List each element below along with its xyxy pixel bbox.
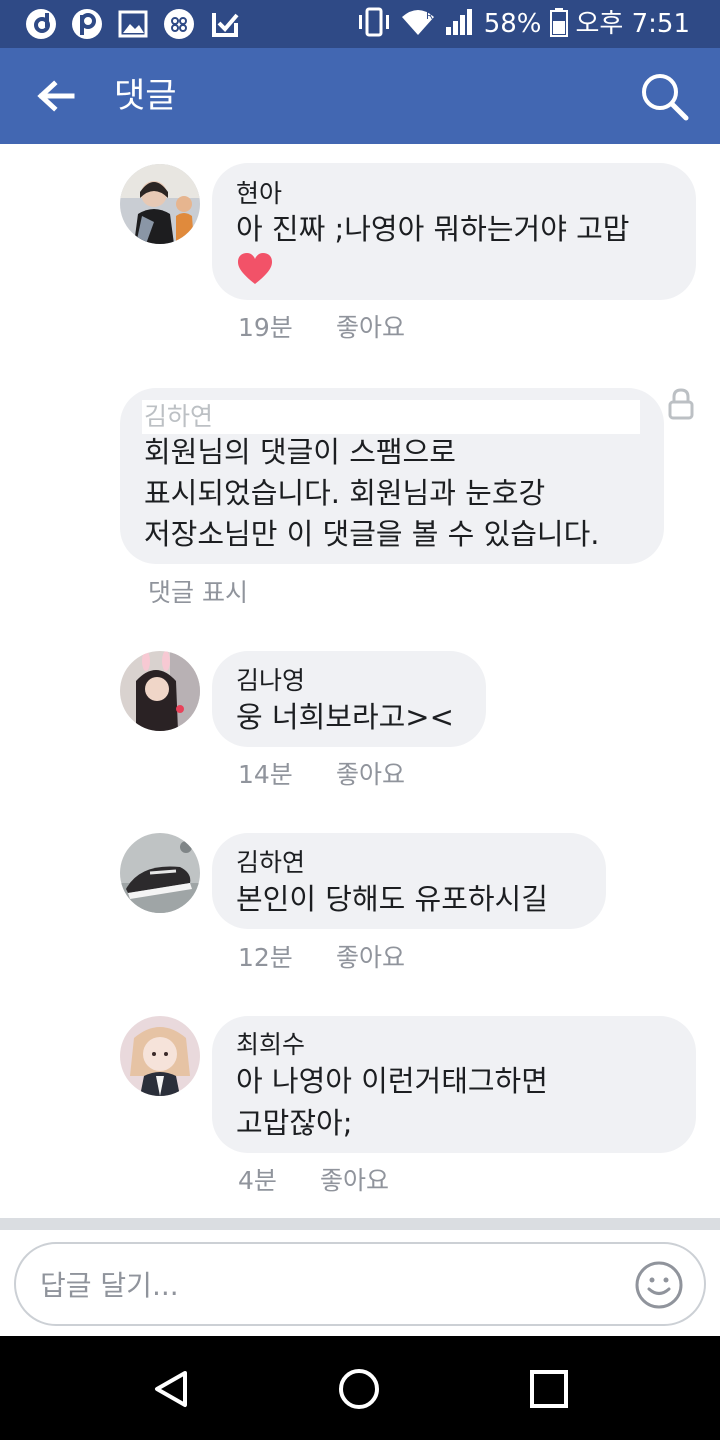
comment-time: 14분 xyxy=(238,760,293,789)
like-button[interactable]: 좋아요 xyxy=(320,1165,389,1197)
arrow-left-icon xyxy=(37,80,75,112)
emoji-button[interactable] xyxy=(634,1260,684,1310)
comment-time: 4분 xyxy=(238,1166,277,1195)
comment-author[interactable]: 김하연 xyxy=(142,400,640,434)
spam-notice-line: 회원님의 댓글이 스팸으로 xyxy=(144,435,456,469)
page-title: 댓글 xyxy=(114,76,177,116)
reply-input[interactable] xyxy=(38,1258,632,1312)
lock-icon xyxy=(668,388,694,420)
comment-bubble[interactable]: 김나영 웅 너희보라고>< xyxy=(212,651,486,747)
status-left-icons xyxy=(24,7,242,41)
comment-bubble[interactable]: 김하연 본인이 당해도 유포하시길 xyxy=(212,833,606,929)
vibrate-icon xyxy=(356,7,392,41)
check-app-icon xyxy=(208,7,242,41)
spam-notice-line: 저장소님만 이 댓글을 볼 수 있습니다. xyxy=(144,517,600,551)
system-nav-bar xyxy=(0,1336,720,1440)
nav-back-button[interactable] xyxy=(146,1364,196,1414)
gallery-icon xyxy=(116,7,150,41)
like-button[interactable]: 좋아요 xyxy=(336,759,405,791)
d-app-icon xyxy=(24,7,58,41)
back-triangle-icon xyxy=(155,1371,187,1407)
nav-recents-button[interactable] xyxy=(524,1364,574,1414)
reply-composer xyxy=(14,1242,706,1326)
status-bar: R 58% 오후 7:51 xyxy=(0,0,720,48)
signal-icon xyxy=(444,7,476,41)
svg-text:R: R xyxy=(426,11,433,22)
comment-author[interactable]: 김하연 xyxy=(236,846,305,880)
app-bar: 댓글 xyxy=(0,48,720,144)
battery-icon xyxy=(549,7,568,41)
avatar[interactable] xyxy=(120,164,200,244)
avatar[interactable] xyxy=(120,833,200,913)
comment-text: 고맙잖아; xyxy=(236,1106,353,1140)
comment-time: 19분 xyxy=(238,313,293,342)
p-app-icon xyxy=(70,7,104,41)
comment-author[interactable]: 현아 xyxy=(236,177,282,211)
comment-text: 아 진짜 ;나영아 뭐하는거야 고맙 xyxy=(236,212,630,246)
comment-text: 아 나영아 이런거태그하면 xyxy=(236,1064,548,1098)
comment-text: 본인이 당해도 유포하시길 xyxy=(236,882,548,916)
search-icon xyxy=(642,74,689,121)
back-button[interactable] xyxy=(30,72,82,120)
recents-square-icon xyxy=(530,1370,568,1408)
comment-author[interactable]: 최희수 xyxy=(236,1028,305,1062)
comment-text: 웅 너희보라고>< xyxy=(236,700,454,734)
status-time: 오후 7:51 xyxy=(575,9,691,39)
status-right: R 58% 오후 7:51 xyxy=(356,6,690,42)
comment-bubble[interactable]: 최희수 아 나영아 이런거태그하면 고맙잖아; xyxy=(212,1016,696,1153)
comment-time: 12분 xyxy=(238,943,293,972)
battery-percent: 58% xyxy=(483,9,542,39)
heart-icon xyxy=(236,251,274,287)
home-circle-icon xyxy=(339,1369,379,1409)
divider xyxy=(0,1218,720,1230)
spam-notice-line: 표시되었습니다. 회원님과 눈호강 xyxy=(144,476,546,510)
comment-author[interactable]: 김나영 xyxy=(236,664,305,698)
show-comment-link[interactable]: 댓글 표시 xyxy=(148,577,248,609)
messenger-icon xyxy=(162,7,196,41)
like-button[interactable]: 좋아요 xyxy=(336,942,405,974)
wifi-icon: R xyxy=(400,7,436,41)
avatar[interactable] xyxy=(120,651,200,731)
avatar[interactable] xyxy=(120,1016,200,1096)
nav-home-button[interactable] xyxy=(334,1364,384,1414)
like-button[interactable]: 좋아요 xyxy=(336,312,405,344)
spam-comment-bubble[interactable]: 김하연 회원님의 댓글이 스팸으로 표시되었습니다. 회원님과 눈호강 저장소님… xyxy=(120,388,664,564)
search-button[interactable] xyxy=(638,70,692,124)
smiley-icon xyxy=(635,1261,683,1309)
comment-bubble[interactable]: 현아 아 진짜 ;나영아 뭐하는거야 고맙 xyxy=(212,163,696,300)
